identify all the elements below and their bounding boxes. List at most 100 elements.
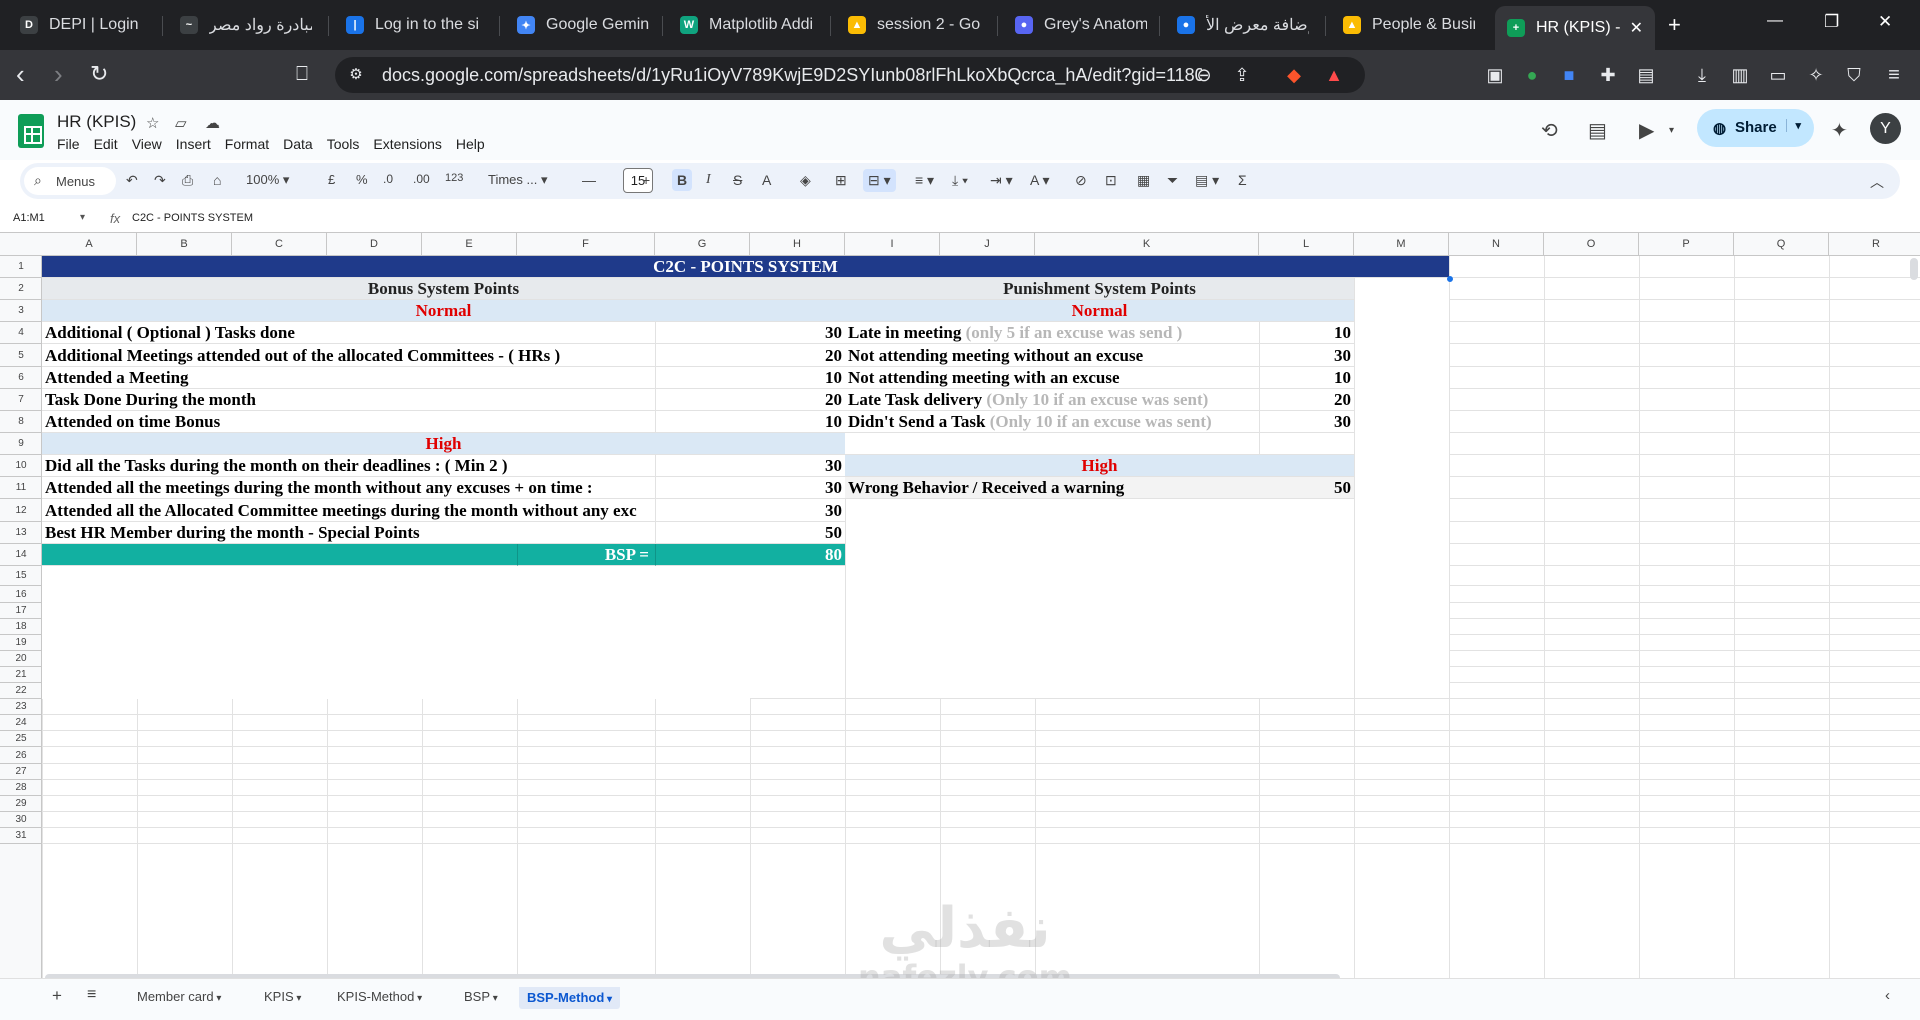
row-header[interactable]: 14	[0, 544, 42, 566]
zoom-icon[interactable]: ⊖	[1193, 64, 1215, 86]
bonus-item-points[interactable]: 20	[655, 344, 845, 367]
row-header[interactable]: 31	[0, 828, 42, 844]
column-header[interactable]: M	[1354, 233, 1449, 256]
text-wrapping-icon[interactable]: ⇥ ▾	[990, 172, 1013, 189]
omnibox[interactable]: ⚙ docs.google.com/spreadsheets/d/1yRu1iO…	[335, 57, 1365, 93]
increase-decimal-button[interactable]: .00	[413, 172, 430, 186]
align-vertical-icon[interactable]: ⤓ ▾	[952, 172, 968, 189]
bonus-item-label[interactable]: Attended all the Allocated Committee mee…	[42, 499, 655, 522]
punish-high-label[interactable]: High	[845, 455, 1354, 477]
menu-data[interactable]: Data	[283, 136, 320, 152]
leo-ai-icon[interactable]: ✧	[1805, 64, 1827, 86]
name-box-dropdown-icon[interactable]: ▾	[80, 212, 85, 223]
reader-icon[interactable]: ▤	[1635, 64, 1657, 86]
bonus-total-label[interactable]: BSP =	[517, 544, 655, 566]
browser-tab[interactable]: ▲ People & Busin	[1331, 6, 1487, 44]
row-header[interactable]: 26	[0, 747, 42, 764]
column-header[interactable]: N	[1449, 233, 1544, 256]
meet-icon[interactable]: ▶	[1639, 118, 1654, 143]
reload-icon[interactable]: ↻	[90, 61, 108, 87]
gemini-icon[interactable]: ✦	[1831, 118, 1848, 143]
punish-item-points[interactable]: 10	[1259, 367, 1354, 389]
bonus-item-points[interactable]: 30	[655, 499, 845, 522]
star-icon[interactable]: ☆	[146, 114, 159, 132]
bonus-item-points[interactable]: 10	[655, 367, 845, 389]
punish-item-points[interactable]: 50	[1259, 477, 1354, 499]
bonus-item-label[interactable]: Attended a Meeting	[42, 367, 655, 389]
row-header[interactable]: 16	[0, 586, 42, 603]
row-header[interactable]: 28	[0, 780, 42, 796]
sidebar-icon[interactable]: ▥	[1729, 64, 1751, 86]
column-header[interactable]: C	[232, 233, 327, 256]
row-header[interactable]: 10	[0, 455, 42, 477]
menu-tools[interactable]: Tools	[327, 136, 367, 152]
back-icon[interactable]: ‹	[16, 61, 25, 87]
column-header[interactable]: I	[845, 233, 940, 256]
row-header[interactable]: 23	[0, 699, 42, 715]
strikethrough-button[interactable]: S	[733, 172, 742, 188]
row-header[interactable]: 7	[0, 389, 42, 411]
punish-item-points[interactable]: 30	[1259, 411, 1354, 433]
paint-format-icon[interactable]: ⌂	[213, 172, 221, 188]
vertical-scrollbar[interactable]	[1910, 258, 1918, 280]
new-tab-icon[interactable]: +	[1668, 12, 1681, 38]
share-dropdown-icon[interactable]: ▾	[1786, 119, 1801, 132]
document-title[interactable]: HR (KPIS)	[57, 112, 136, 132]
row-header[interactable]: 18	[0, 619, 42, 635]
extension-fi-icon[interactable]: ■	[1558, 64, 1580, 86]
bonus-item-label[interactable]: Task Done During the month	[42, 389, 655, 411]
bold-button[interactable]: B	[672, 169, 693, 191]
currency-button[interactable]: £	[328, 172, 335, 187]
bookmark-icon[interactable]: ⎕	[296, 61, 308, 87]
browser-tab[interactable]: | Log in to the sit	[334, 6, 490, 44]
column-header[interactable]: R	[1829, 233, 1920, 256]
column-header[interactable]: E	[422, 233, 517, 256]
row-header[interactable]: 21	[0, 667, 42, 683]
insert-comment-icon[interactable]: ⊡	[1105, 172, 1117, 189]
row-header[interactable]: 27	[0, 764, 42, 780]
column-header[interactable]: P	[1639, 233, 1734, 256]
punish-item[interactable]: Late in meeting (only 5 if an excuse was…	[845, 322, 1259, 344]
print-icon[interactable]: ⎙	[182, 172, 193, 189]
browser-tab[interactable]: ● إضافة معرض الأ	[1165, 6, 1321, 44]
menu-edit[interactable]: Edit	[94, 136, 125, 152]
version-history-icon[interactable]: ⟲	[1541, 118, 1558, 143]
sheet-tab[interactable]: Member card ▾	[137, 989, 221, 1004]
column-header[interactable]: D	[327, 233, 422, 256]
extensions-puzzle-icon[interactable]: ✚	[1597, 64, 1619, 86]
column-header[interactable]: L	[1259, 233, 1354, 256]
row-header[interactable]: 29	[0, 796, 42, 812]
merge-cells-icon[interactable]: ⊟ ▾	[863, 169, 896, 192]
sheet-tab[interactable]: BSP-Method ▾	[519, 987, 621, 1009]
punish-item[interactable]: Late Task delivery (Only 10 if an excuse…	[845, 389, 1259, 411]
punish-item-points[interactable]: 10	[1259, 322, 1354, 344]
avatar[interactable]: Y	[1870, 113, 1901, 144]
menu-format[interactable]: Format	[225, 136, 276, 152]
all-sheets-icon[interactable]: ≡	[87, 986, 96, 1004]
column-header[interactable]: Q	[1734, 233, 1829, 256]
column-header[interactable]: H	[750, 233, 845, 256]
empty-cell[interactable]	[845, 433, 1259, 455]
punish-header[interactable]: Punishment System Points	[845, 278, 1354, 300]
row-header[interactable]: 25	[0, 731, 42, 747]
minimize-icon[interactable]: —	[1767, 12, 1783, 30]
filter-icon[interactable]: ⏷	[1167, 172, 1178, 189]
row-header[interactable]: 1	[0, 256, 42, 278]
row-header[interactable]: 2	[0, 278, 42, 300]
column-header[interactable]: A	[42, 233, 137, 256]
column-header[interactable]: K	[1035, 233, 1259, 256]
bonus-header[interactable]: Bonus System Points	[42, 278, 845, 300]
row-header[interactable]: 22	[0, 683, 42, 699]
row-header[interactable]: 19	[0, 635, 42, 651]
download-icon[interactable]: ⤓	[1691, 64, 1713, 86]
chevron-down-icon[interactable]: ▾	[1669, 125, 1674, 136]
empty-cell[interactable]	[1259, 433, 1354, 455]
browser-tab[interactable]: W Matplotlib Addi	[668, 6, 824, 44]
row-header[interactable]: 24	[0, 715, 42, 731]
row-header[interactable]: 5	[0, 344, 42, 367]
bonus-item-label[interactable]: Attended all the meetings during the mon…	[42, 477, 655, 499]
move-folder-icon[interactable]: ▱	[175, 114, 187, 132]
filter-views-icon[interactable]: ▤ ▾	[1195, 172, 1219, 189]
formula-input[interactable]: C2C - POINTS SYSTEM	[132, 212, 253, 224]
punish-item-points[interactable]: 30	[1259, 344, 1354, 367]
